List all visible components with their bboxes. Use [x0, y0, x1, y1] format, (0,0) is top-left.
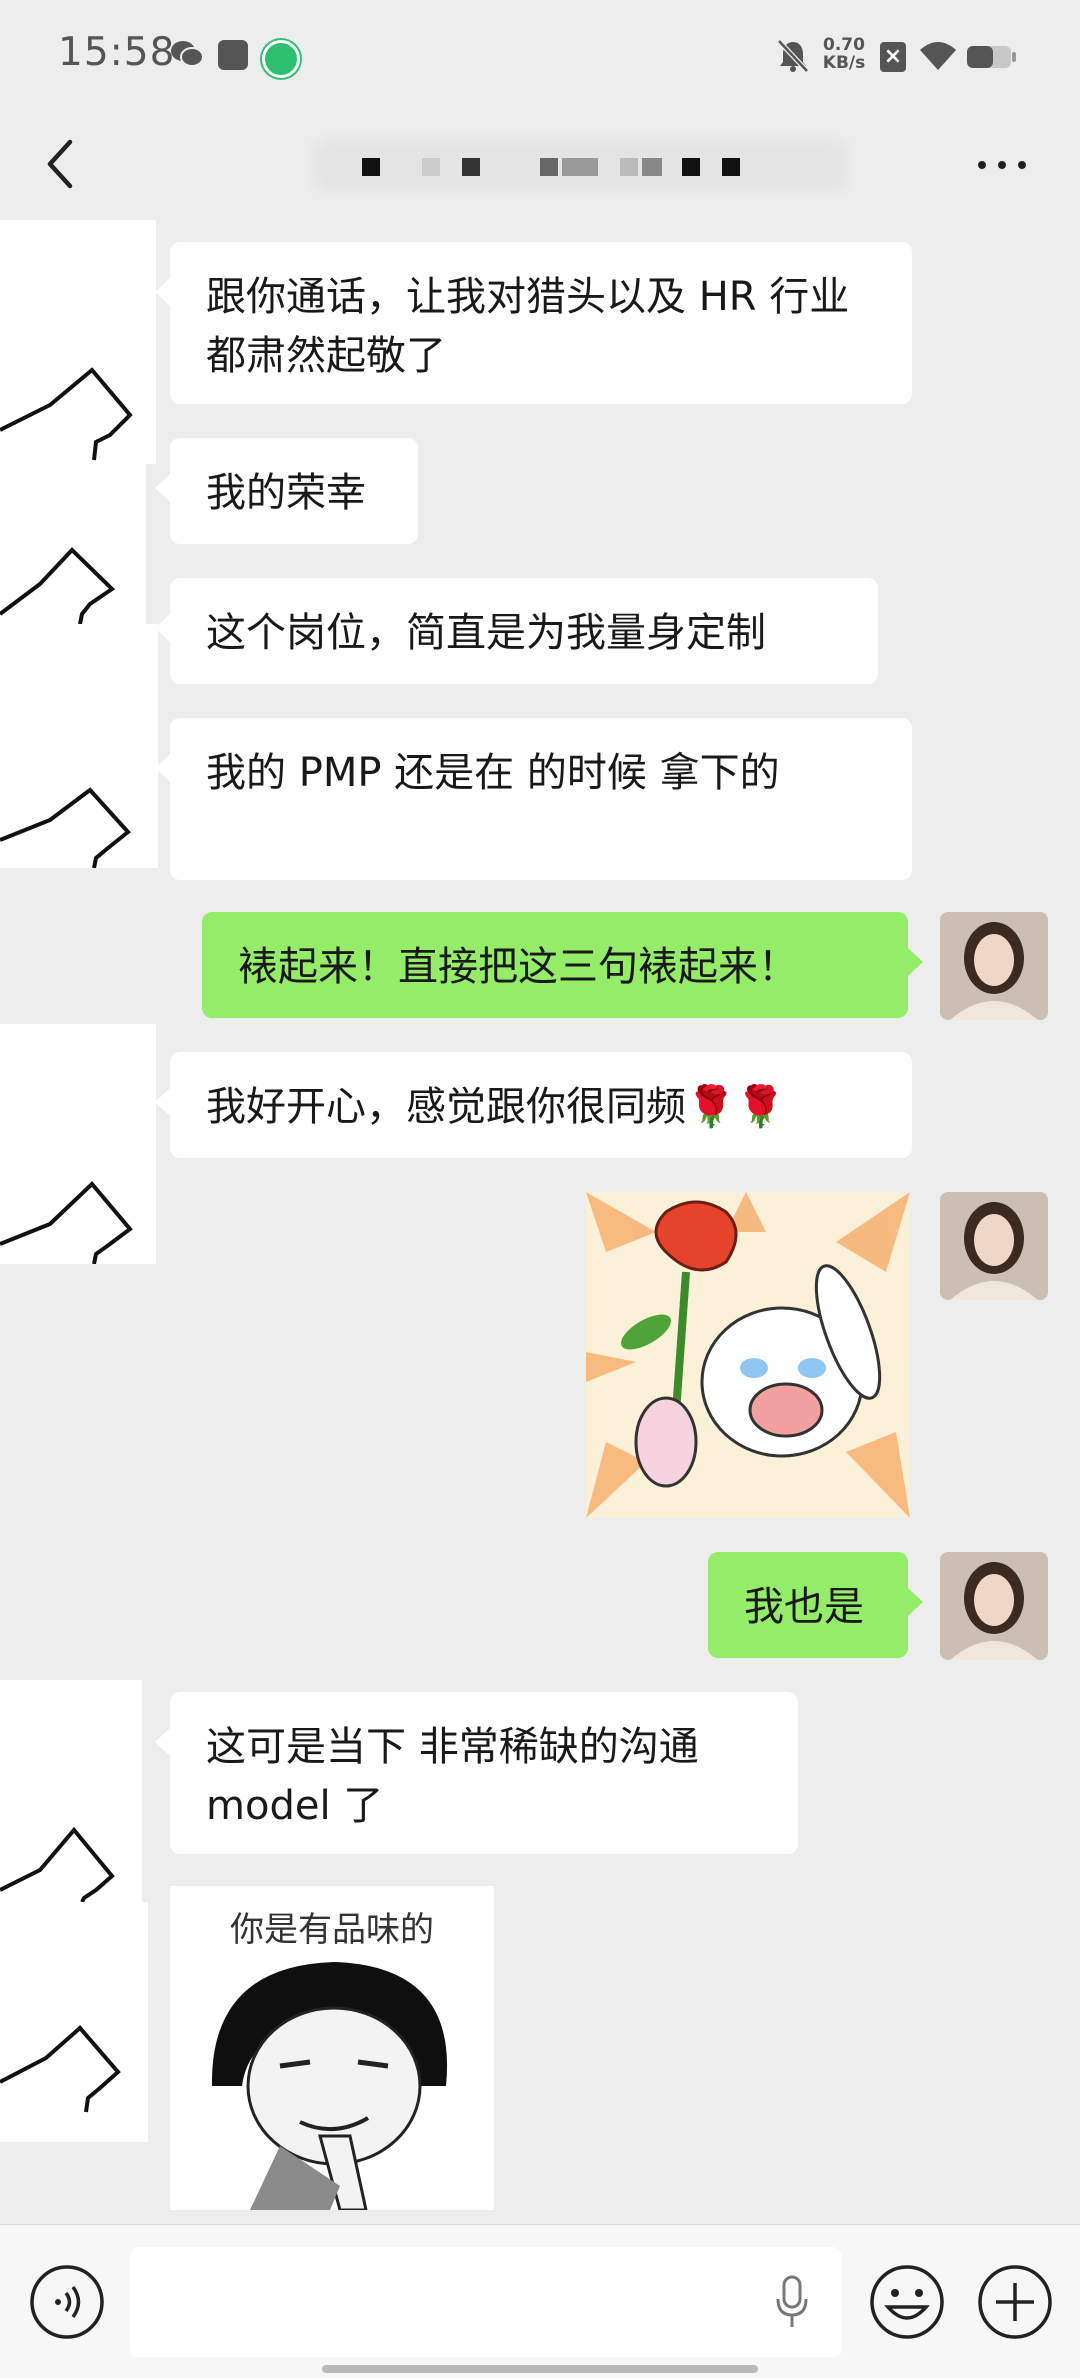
more-options-icon[interactable]	[972, 150, 1032, 180]
wechat-icon	[171, 41, 204, 67]
contact-avatar[interactable]	[0, 720, 158, 869]
user-photo-icon	[940, 1192, 1048, 1300]
contact-avatar[interactable]	[0, 1902, 148, 2142]
message-list[interactable]: 跟你通话，让我对猎头以及 HR 行业都肃然起敬了 我的荣幸 这个岗位，简直是为我…	[0, 220, 1080, 2210]
voice-icon[interactable]	[28, 2263, 106, 2341]
message-bubble-outgoing[interactable]: 裱起来！直接把这三句裱起来！	[202, 912, 923, 1018]
my-avatar[interactable]	[940, 1552, 1048, 1660]
message-text: 我的荣幸	[206, 470, 366, 516]
message-bubble[interactable]: 这个岗位，简直是为我量身定制	[155, 578, 878, 684]
my-avatar[interactable]	[940, 912, 1048, 1020]
message-bubble[interactable]: 跟你通话，让我对猎头以及 HR 行业都肃然起敬了	[155, 242, 912, 404]
network-speed: 0.70 KB/s	[818, 36, 870, 72]
user-photo-icon	[940, 1552, 1048, 1660]
message-text: 这个岗位，简直是为我量身定制	[206, 610, 766, 656]
cat-sketch-icon	[0, 1826, 115, 1903]
message-icon	[218, 40, 248, 70]
input-bar	[0, 2224, 1080, 2378]
microphone-icon[interactable]	[772, 2275, 812, 2331]
cat-sketch-icon	[0, 1181, 133, 1265]
message-bubble[interactable]: 我好开心，感觉跟你很同频🌹🌹	[155, 1052, 912, 1158]
status-time: 15:58	[58, 30, 176, 75]
my-avatar[interactable]	[940, 1192, 1048, 1300]
message-input[interactable]	[130, 2247, 842, 2357]
message-text: 我也是	[744, 1584, 864, 1630]
bunny-rose-icon	[586, 1192, 910, 1518]
message-bubble[interactable]: 我的 PMP 还是在 的时候 拿下的	[155, 718, 912, 880]
network-speed-unit: KB/s	[822, 53, 866, 73]
cat-sketch-icon	[0, 547, 116, 625]
message-bubble[interactable]: 这可是当下 非常稀缺的沟通 model 了	[155, 1692, 798, 1854]
cat-sketch-icon	[0, 787, 131, 869]
contact-avatar[interactable]	[0, 464, 146, 625]
plus-icon[interactable]	[976, 2263, 1054, 2341]
message-bubble-outgoing[interactable]: 我也是	[708, 1552, 923, 1658]
message-text: 我的 PMP 还是在 的时候 拿下的	[206, 750, 780, 796]
cat-sketch-icon	[0, 2025, 121, 2113]
user-photo-icon	[940, 912, 1048, 1020]
cat-sketch-icon	[0, 367, 133, 461]
message-text: 这可是当下 非常稀缺的沟通 model 了	[206, 1724, 699, 1829]
contact-avatar[interactable]	[0, 1680, 142, 1903]
contact-avatar[interactable]	[0, 220, 156, 464]
emoji-icon[interactable]	[868, 2263, 946, 2341]
meme-face-icon	[211, 1962, 448, 2210]
close-icon: ×	[880, 42, 906, 72]
mute-icon	[777, 39, 809, 73]
sticker-crying-bunny[interactable]	[586, 1192, 910, 1518]
message-text: 我好开心，感觉跟你很同频🌹🌹	[206, 1084, 786, 1130]
contact-avatar[interactable]	[0, 1024, 156, 1265]
battery-icon	[967, 46, 1016, 68]
network-speed-value: 0.70	[823, 35, 865, 55]
message-bubble[interactable]: 我的荣幸	[155, 438, 418, 544]
back-arrow-icon[interactable]	[36, 134, 88, 194]
wifi-icon	[920, 42, 956, 70]
message-text: 裱起来！直接把这三句裱起来！	[238, 944, 798, 990]
status-bar: 15:58 0.70 KB/s ×	[0, 0, 1080, 110]
app-icon	[262, 40, 300, 78]
message-text: 跟你通话，让我对猎头以及 HR 行业都肃然起敬了	[206, 274, 850, 379]
sticker-meme-face[interactable]: 你是有品味的	[170, 1886, 494, 2210]
home-indicator[interactable]	[322, 2365, 758, 2373]
chat-header	[0, 110, 1080, 220]
